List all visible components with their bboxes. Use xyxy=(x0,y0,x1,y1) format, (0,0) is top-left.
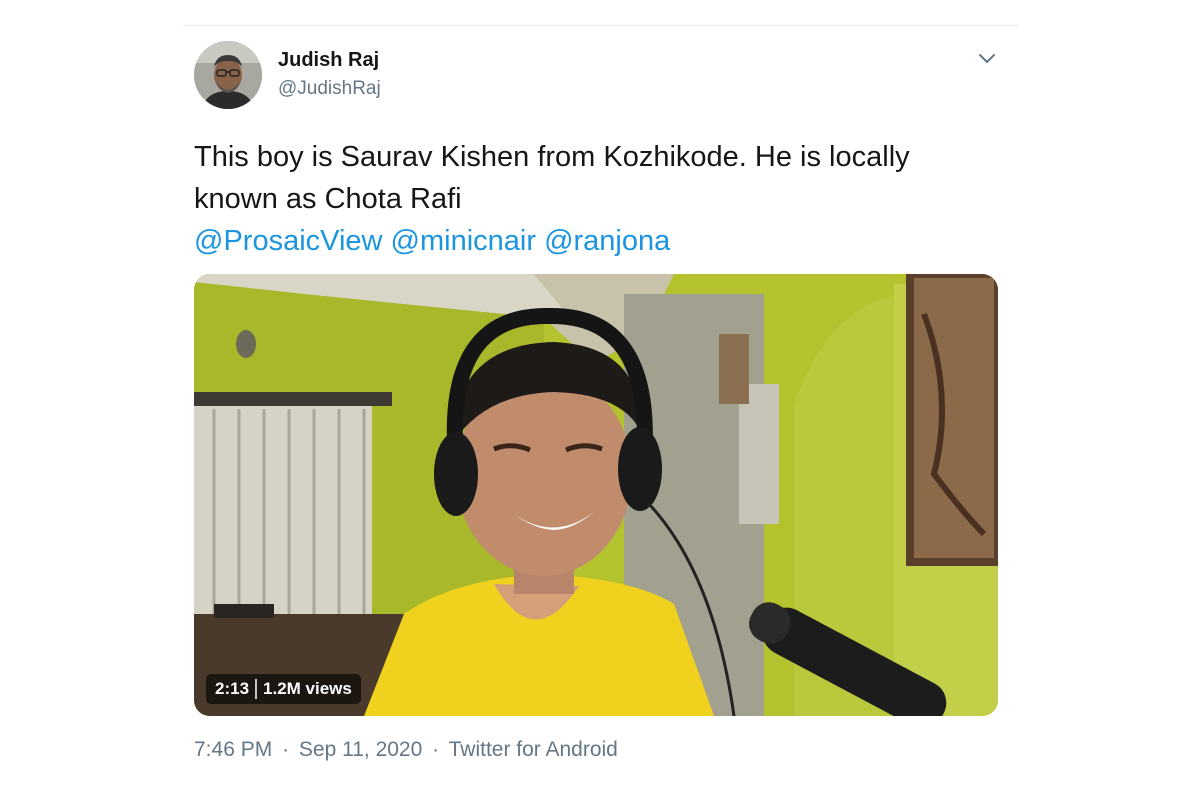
mention-link[interactable]: @ProsaicView xyxy=(194,225,382,257)
divider xyxy=(183,25,1019,26)
video-duration: 2:13 xyxy=(215,679,250,698)
avatar-photo xyxy=(194,41,262,109)
meta-separator: · xyxy=(432,738,440,761)
mention-link[interactable]: @minicnair xyxy=(391,225,536,257)
tweet-page: Judish Raj @JudishRaj This boy is Saurav… xyxy=(0,0,1200,800)
video-thumbnail xyxy=(194,274,998,716)
tweet-text: This boy is Saurav Kishen from Kozhikode… xyxy=(194,136,1004,262)
mention-link[interactable]: @ranjona xyxy=(544,225,670,257)
chevron-down-icon xyxy=(979,54,995,63)
tweet-time[interactable]: 7:46 PM xyxy=(194,738,272,761)
tweet-metadata: 7:46 PM · Sep 11, 2020 · Twitter for And… xyxy=(194,738,618,762)
tweet-date[interactable]: Sep 11, 2020 xyxy=(299,738,422,761)
video-stats-badge: 2:13 1.2M views xyxy=(206,674,361,704)
video-player[interactable]: 2:13 1.2M views xyxy=(194,274,998,716)
author-handle[interactable]: @JudishRaj xyxy=(278,78,381,100)
tweet-source[interactable]: Twitter for Android xyxy=(449,738,618,761)
meta-separator: · xyxy=(282,738,290,761)
mentions: @ProsaicView @minicnair @ranjona xyxy=(194,220,1004,262)
tweet-menu-button[interactable] xyxy=(973,46,1001,72)
video-views: 1.2M views xyxy=(263,679,352,698)
author-display-name[interactable]: Judish Raj xyxy=(278,49,379,72)
avatar[interactable] xyxy=(194,41,262,109)
tweet-text-line: known as Chota Rafi xyxy=(194,183,462,215)
tweet-text-line: This boy is Saurav Kishen from Kozhikode… xyxy=(194,141,910,173)
badge-separator xyxy=(255,679,258,699)
